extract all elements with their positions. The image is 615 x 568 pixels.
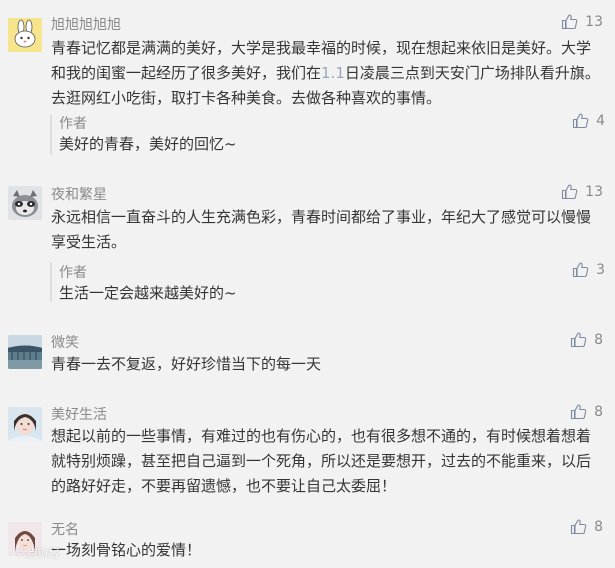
- like-button[interactable]: 8: [570, 332, 603, 348]
- like-count: 4: [596, 113, 605, 129]
- like-button[interactable]: 8: [570, 404, 603, 420]
- nickname: 旭旭旭旭旭: [51, 17, 121, 33]
- like-count: 8: [594, 404, 603, 420]
- reply-text: 生活一定会越来越美好的~: [59, 284, 237, 302]
- like-count: 13: [585, 184, 603, 200]
- like-button[interactable]: 13: [561, 184, 603, 200]
- thumbs-up-icon[interactable]: [572, 113, 589, 129]
- author-reply: 作者 3 生活一定会越来越美好的~: [50, 262, 605, 302]
- comment-text: 永远相信一直奋斗的人生充满色彩，青春时间都给了事业，年纪大了感觉可以慢慢享受生活…: [51, 208, 592, 251]
- thumbs-up-icon[interactable]: [561, 184, 578, 200]
- like-count: 13: [585, 14, 603, 30]
- avatar[interactable]: [8, 335, 42, 369]
- like-button[interactable]: 13: [561, 14, 603, 30]
- like-count: 8: [594, 332, 603, 348]
- comment-text: 青春记忆都是满满的美好，大学是我最幸福的时候，现在想起来依旧是美好。大学和我的闺…: [51, 39, 600, 107]
- like-button[interactable]: 3: [572, 262, 605, 278]
- thumbs-up-icon[interactable]: [570, 519, 587, 535]
- thumbs-up-icon[interactable]: [570, 404, 587, 420]
- comment-text: 一场刻骨铭心的爱情！: [51, 541, 202, 559]
- avatar[interactable]: [8, 407, 42, 441]
- like-count: 3: [596, 262, 605, 278]
- reply-nickname: 作者: [59, 265, 87, 281]
- nickname: 美好生活: [51, 407, 107, 423]
- reply-nickname: 作者: [59, 116, 87, 132]
- thumbs-up-icon[interactable]: [570, 332, 587, 348]
- thumbs-up-icon[interactable]: [561, 14, 578, 30]
- like-count: 8: [594, 519, 603, 535]
- watermark: 六点财经: [16, 547, 60, 560]
- nickname: 夜和繁星: [51, 187, 107, 203]
- thumbs-up-icon[interactable]: [572, 262, 589, 278]
- comment-text: 青春一去不复返，好好珍惜当下的每一天: [51, 355, 322, 373]
- avatar[interactable]: [8, 186, 42, 220]
- nickname: 无名: [51, 522, 79, 538]
- like-button[interactable]: 8: [570, 519, 603, 535]
- nickname: 微笑: [51, 335, 79, 351]
- like-button[interactable]: 4: [572, 113, 605, 129]
- avatar[interactable]: [8, 18, 42, 52]
- reply-text: 美好的青春，美好的回忆~: [59, 135, 237, 153]
- comment-text: 想起以前的一些事情，有难过的也有伤心的，也有很多想不通的，有时候想着想着就特别烦…: [51, 427, 592, 495]
- author-reply: 作者 4 美好的青春，美好的回忆~: [50, 113, 605, 155]
